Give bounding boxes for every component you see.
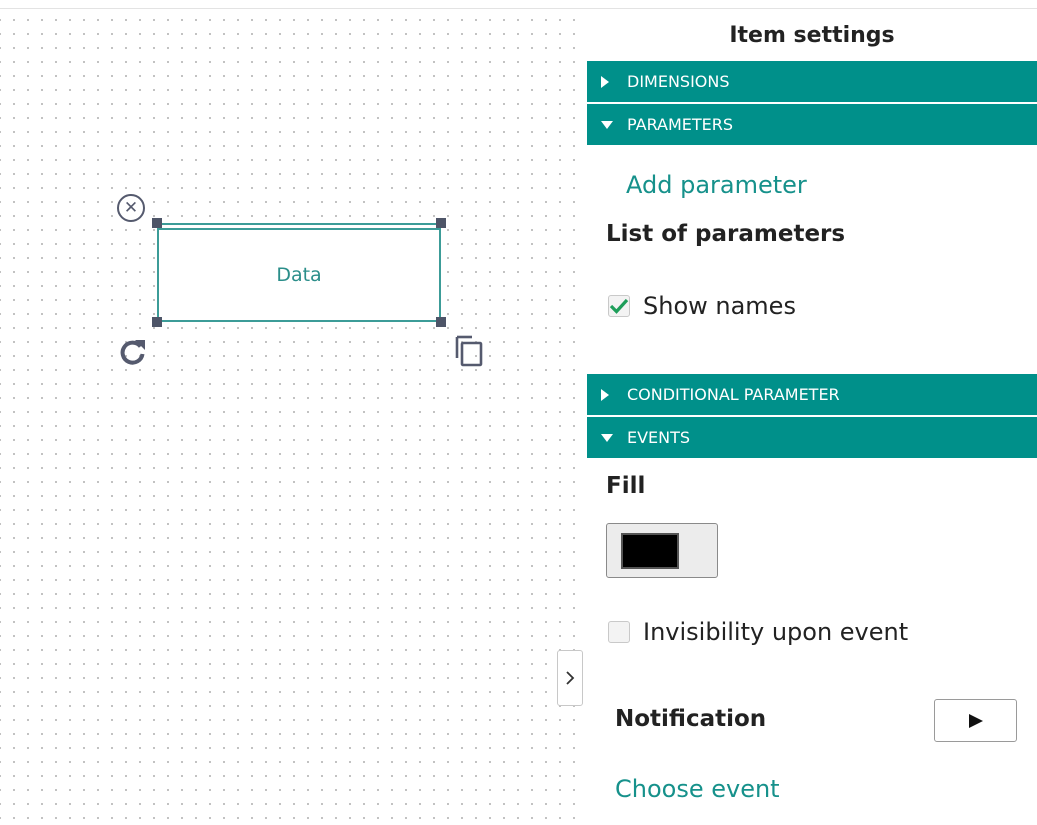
- rotate-icon[interactable]: [116, 335, 150, 369]
- collapse-panel-button[interactable]: [557, 650, 583, 706]
- expand-right-icon: [601, 75, 615, 88]
- section-parameters-label: PARAMETERS: [627, 115, 734, 134]
- expand-down-icon: [601, 433, 615, 442]
- fill-color-swatch: [621, 533, 679, 569]
- section-conditional-parameter[interactable]: CONDITIONAL PARAMETER: [587, 374, 1037, 415]
- copy-icon[interactable]: [452, 334, 486, 368]
- list-of-parameters-heading: List of parameters: [606, 221, 846, 247]
- show-names-option[interactable]: Show names: [608, 292, 796, 320]
- fill-color-picker[interactable]: [606, 523, 718, 578]
- section-dimensions[interactable]: DIMENSIONS: [587, 61, 1037, 102]
- notification-heading: Notification: [615, 706, 767, 732]
- shape-top-line: [157, 228, 441, 230]
- shape-label: Data: [276, 263, 322, 286]
- play-icon: [968, 713, 983, 728]
- invisibility-option[interactable]: Invisibility upon event: [608, 618, 908, 646]
- notification-play-button[interactable]: [934, 699, 1017, 742]
- resize-handle-top-left[interactable]: [152, 218, 162, 228]
- invisibility-label: Invisibility upon event: [643, 618, 909, 646]
- chevron-right-icon: [566, 671, 575, 685]
- section-events[interactable]: EVENTS: [587, 417, 1037, 458]
- expand-right-icon: [601, 388, 615, 401]
- close-icon[interactable]: ✕: [117, 194, 145, 222]
- item-settings-panel: Item settings DIMENSIONS PARAMETERS Add …: [587, 9, 1037, 825]
- resize-handle-bottom-left[interactable]: [152, 317, 162, 327]
- invisibility-checkbox[interactable]: [608, 621, 630, 643]
- show-names-label: Show names: [643, 292, 796, 320]
- section-parameters[interactable]: PARAMETERS: [587, 104, 1037, 145]
- data-shape[interactable]: Data: [157, 223, 441, 322]
- section-conditional-parameter-label: CONDITIONAL PARAMETER: [627, 385, 840, 404]
- panel-title: Item settings: [729, 23, 895, 48]
- section-dimensions-label: DIMENSIONS: [627, 72, 730, 91]
- fill-heading: Fill: [606, 473, 646, 499]
- expand-down-icon: [601, 120, 615, 129]
- resize-handle-bottom-right[interactable]: [436, 317, 446, 327]
- resize-handle-top-right[interactable]: [436, 218, 446, 228]
- choose-event-link[interactable]: Choose event: [615, 775, 780, 803]
- checkmark-icon: [609, 298, 629, 314]
- show-names-checkbox[interactable]: [608, 295, 630, 317]
- diagram-canvas[interactable]: [0, 9, 587, 825]
- section-events-label: EVENTS: [627, 428, 691, 447]
- add-parameter-link[interactable]: Add parameter: [626, 171, 807, 199]
